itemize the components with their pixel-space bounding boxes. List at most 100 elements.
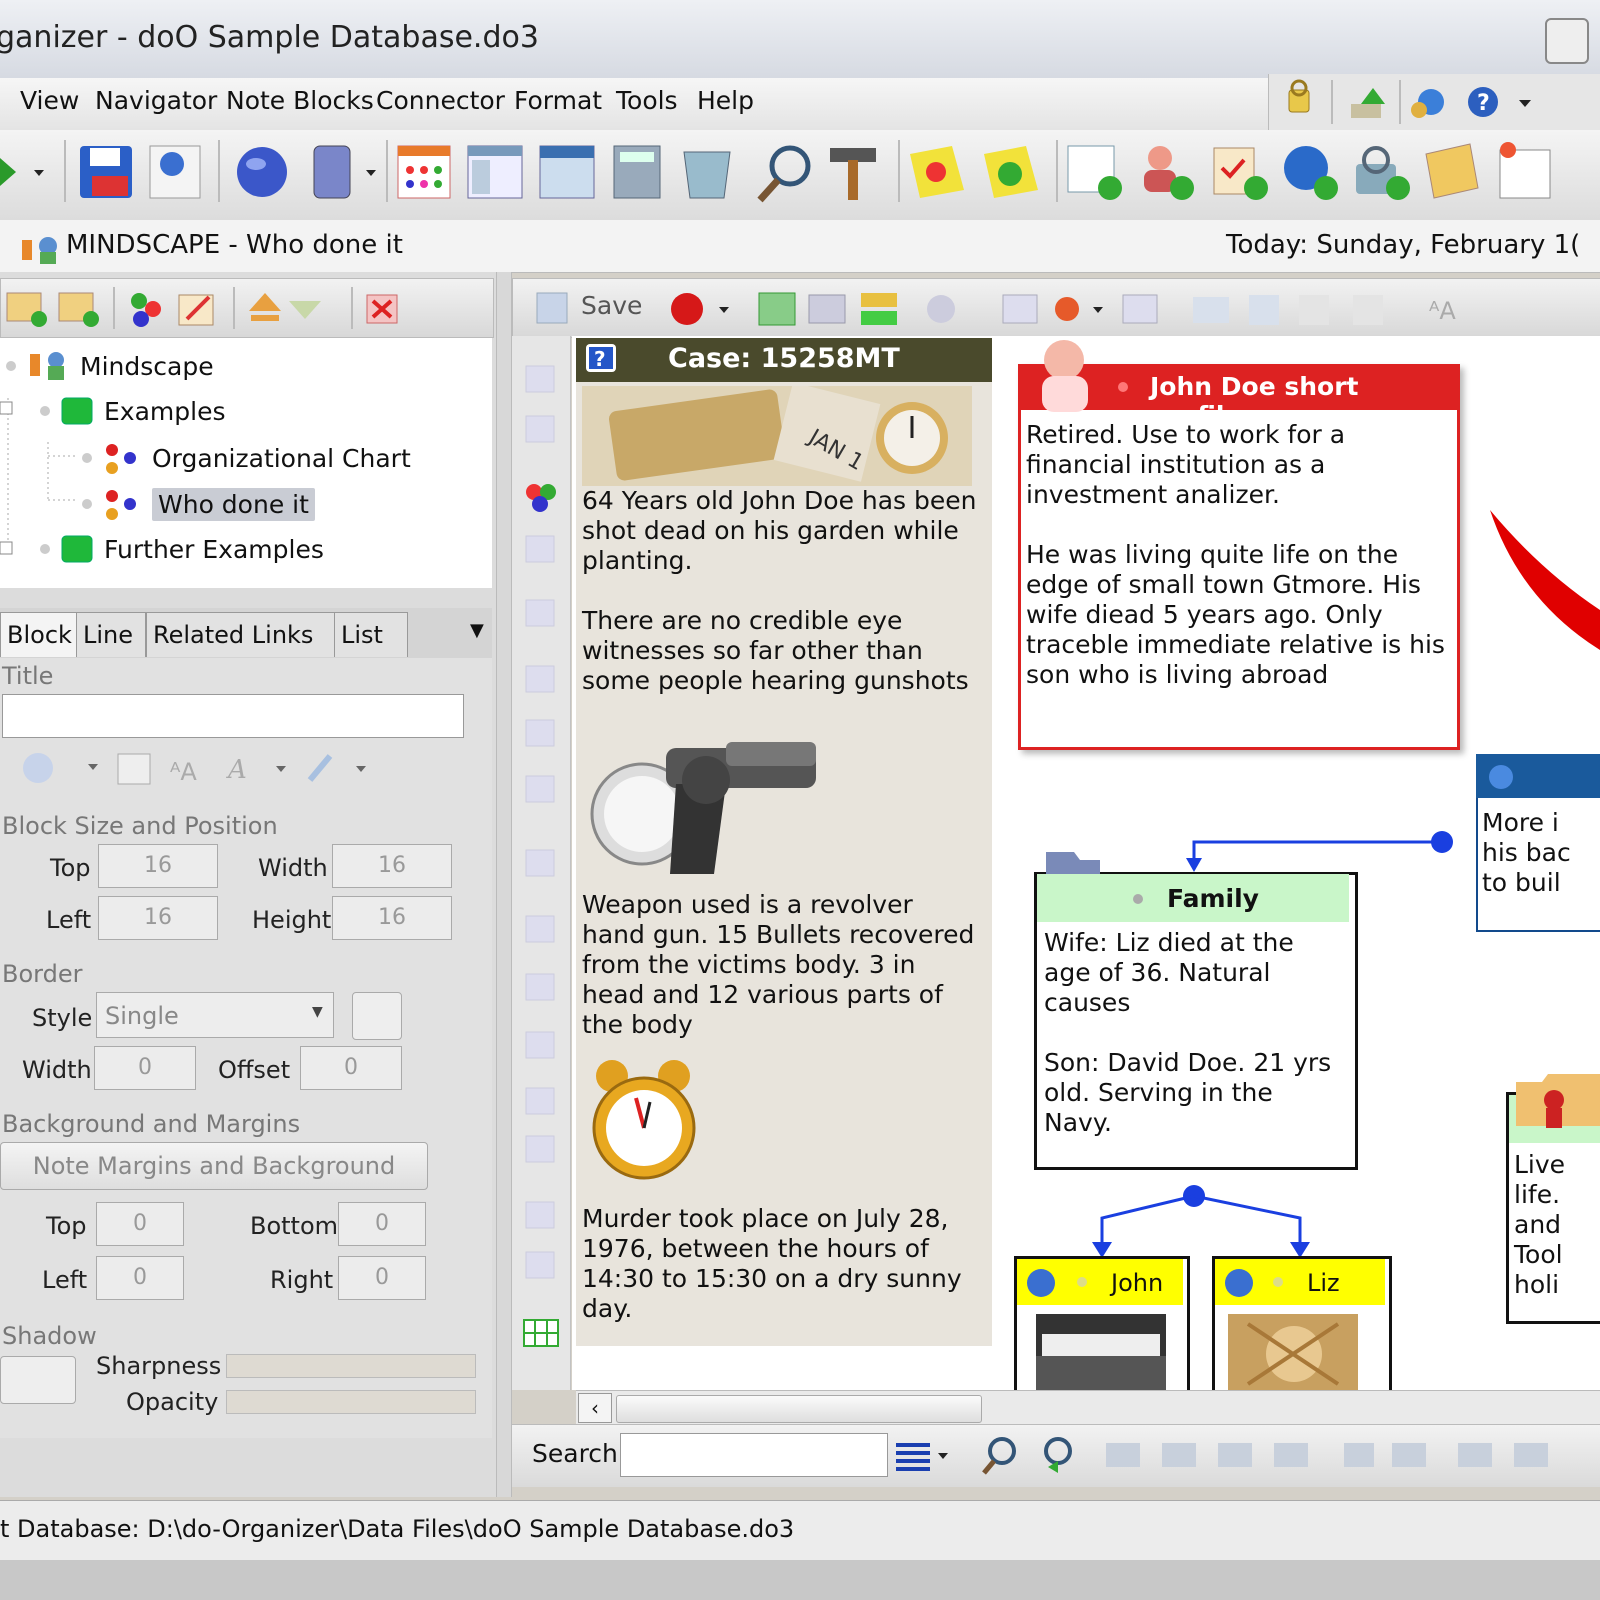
connector-icon[interactable] (927, 295, 955, 323)
live-line-3: and (1514, 1210, 1562, 1239)
chain-icon[interactable] (1002, 294, 1038, 324)
shadow-color-button[interactable] (0, 1356, 76, 1404)
save-icon[interactable] (80, 146, 132, 198)
chat-icon[interactable] (1411, 89, 1444, 118)
record-icon[interactable] (671, 293, 729, 325)
stack-icon[interactable] (861, 293, 897, 325)
organize-icon[interactable] (131, 293, 161, 327)
calendar-clock-image: JAN 1 (582, 386, 972, 486)
add-task-icon[interactable] (1213, 147, 1268, 200)
add-block-icon[interactable] (758, 292, 796, 326)
family-paragraph-2: Son: David Doe. 21 yrs old. Serving in t… (1044, 1048, 1332, 1137)
calculator-icon[interactable] (613, 145, 661, 199)
tab-block[interactable]: Block (0, 612, 78, 657)
add-item-icon[interactable] (6, 292, 47, 327)
back-arrow-icon[interactable] (0, 158, 44, 186)
menu-note-blocks[interactable]: Note Blocks (226, 86, 374, 115)
delete-icon[interactable] (366, 294, 398, 324)
offset-spinner[interactable]: 0 (300, 1046, 402, 1090)
tabs-dropdown-icon[interactable]: ▼ (470, 620, 484, 641)
search-next-icon[interactable] (1044, 1437, 1072, 1473)
revolver-image (590, 742, 816, 874)
canvas-save-button[interactable]: Save (581, 291, 642, 320)
margin-right-spinner[interactable]: 0 (338, 1256, 426, 1300)
margin-top-spinner[interactable]: 0 (96, 1202, 184, 1246)
tab-related-links[interactable]: Related Links (146, 612, 336, 657)
menu-tools[interactable]: Tools (616, 86, 678, 115)
add-lock-icon[interactable] (1356, 146, 1410, 200)
move-up-icon[interactable] (249, 293, 281, 321)
new-note-icon[interactable] (1499, 142, 1551, 199)
sticky-note-green-icon[interactable] (984, 146, 1038, 198)
sharpness-slider[interactable] (226, 1354, 476, 1378)
add-subitem-icon[interactable] (58, 292, 99, 327)
sticky-note-red-icon[interactable] (910, 146, 964, 198)
top-spinner[interactable]: 16 (98, 844, 218, 888)
globe-icon[interactable] (237, 147, 287, 197)
globe-icon (1027, 1269, 1055, 1297)
tree-item-who-done-it[interactable]: Who done it (82, 486, 315, 522)
link-icon[interactable] (808, 294, 846, 324)
help-icon[interactable]: ? (1468, 87, 1498, 117)
tab-line[interactable]: Line (76, 612, 146, 657)
device-icon[interactable] (313, 145, 376, 199)
height-spinner[interactable]: 16 (332, 896, 452, 940)
margin-left-label: Left (42, 1266, 88, 1294)
title-input[interactable] (2, 694, 464, 738)
width-spinner[interactable]: 16 (332, 844, 452, 888)
horizontal-scrollbar[interactable]: ‹ (576, 1390, 1600, 1425)
menu-view[interactable]: View (20, 86, 79, 115)
calendar-icon[interactable] (397, 145, 451, 199)
puzzle-icon[interactable] (526, 484, 556, 512)
add-table-icon[interactable] (1067, 145, 1122, 200)
pane-splitter[interactable] (496, 272, 512, 1497)
menu-help[interactable]: Help (697, 86, 754, 115)
menu-navigator[interactable]: Navigator (95, 86, 217, 115)
move-down-icon[interactable] (289, 301, 321, 319)
case-note-title: Case: 15258MT (668, 343, 900, 374)
note-margins-button[interactable]: Note Margins and Background (0, 1142, 428, 1190)
title-format-icons: ᴬA A (23, 753, 366, 786)
border-style-select[interactable]: Single (96, 992, 334, 1038)
scroll-left-button[interactable]: ‹ (578, 1393, 612, 1423)
search-icon[interactable] (757, 145, 811, 203)
lock-icon[interactable] (1288, 79, 1310, 113)
tree-item-label: Organizational Chart (152, 443, 411, 473)
menu-format[interactable]: Format (514, 86, 602, 115)
folder-icon[interactable] (1425, 143, 1479, 199)
window-control-button[interactable] (1545, 18, 1589, 64)
settings-icon[interactable] (149, 145, 201, 199)
search-icon[interactable] (982, 1437, 1016, 1475)
opacity-slider[interactable] (226, 1390, 476, 1414)
help-dropdown-icon[interactable] (1519, 100, 1531, 107)
scroll-thumb[interactable] (616, 1395, 982, 1423)
color-icon[interactable] (23, 753, 53, 783)
border-color-button[interactable] (352, 992, 402, 1040)
add-web-icon[interactable] (1284, 146, 1338, 200)
tree-item-further-examples[interactable]: Further Examples (40, 532, 324, 566)
search-input[interactable] (620, 1433, 888, 1477)
menu-connector[interactable]: Connector (376, 86, 505, 115)
layout-icon[interactable] (467, 145, 523, 199)
upload-icon[interactable] (1351, 88, 1385, 118)
window-icon[interactable] (539, 145, 595, 199)
margin-bottom-spinner[interactable]: 0 (338, 1202, 426, 1246)
hammer-icon[interactable] (830, 148, 876, 200)
arrange-icons[interactable] (1193, 295, 1383, 325)
margin-left-spinner[interactable]: 0 (96, 1256, 184, 1300)
add-user-icon[interactable] (1144, 146, 1194, 200)
unlink-icon[interactable] (1122, 294, 1158, 324)
left-spinner[interactable]: 16 (98, 896, 218, 940)
border-width-spinner[interactable]: 0 (94, 1046, 196, 1090)
grid-icon[interactable] (523, 1319, 559, 1347)
globe-icon (1225, 1269, 1253, 1297)
edit-icon[interactable] (178, 294, 214, 326)
image-icon[interactable] (117, 753, 151, 785)
tree-item-org-chart[interactable]: Organizational Chart (82, 440, 411, 476)
style-icon[interactable] (1055, 297, 1103, 321)
tab-list[interactable]: List (334, 612, 408, 657)
svg-text:?: ? (1477, 91, 1490, 116)
trash-icon[interactable] (683, 151, 731, 199)
case-note-paragraph-3: Weapon used is a revolver hand gun. 15 B… (582, 890, 975, 1039)
list-icon[interactable] (896, 1443, 948, 1471)
